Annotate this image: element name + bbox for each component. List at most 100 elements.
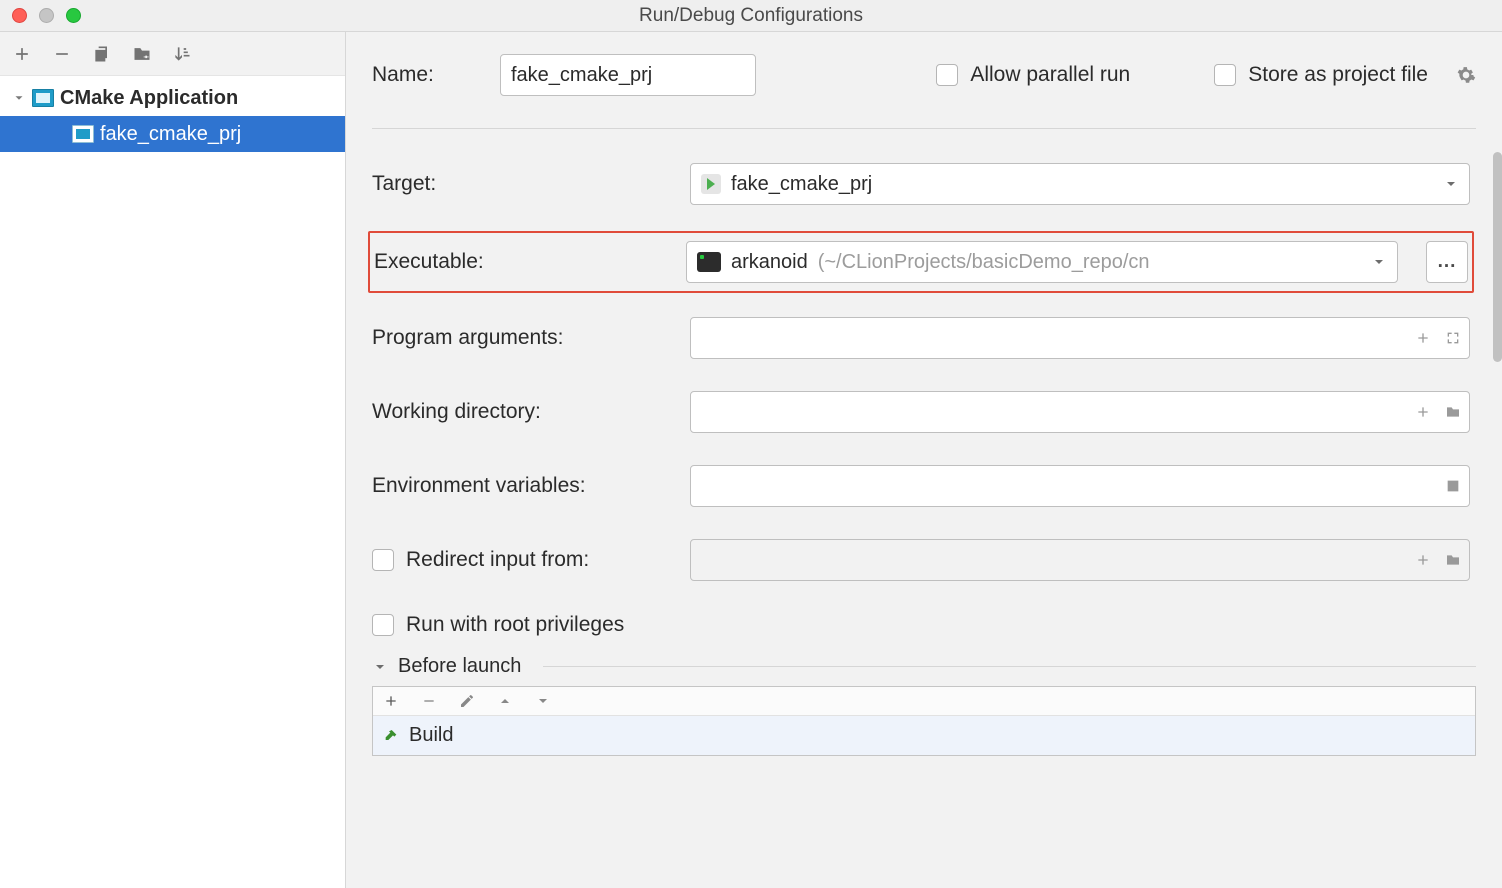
plus-icon — [1415, 330, 1431, 346]
executable-name: arkanoid — [731, 251, 808, 274]
sidebar-toolbar — [0, 32, 345, 76]
executable-path: (~/CLionProjects/basicDemo_repo/cn — [818, 251, 1150, 274]
window-title: Run/Debug Configurations — [0, 5, 1502, 27]
scrollbar[interactable] — [1493, 152, 1502, 362]
executable-combo[interactable]: arkanoid (~/CLionProjects/basicDemo_repo… — [686, 241, 1398, 283]
tree-parent-label: CMake Application — [60, 84, 238, 112]
before-launch-item-label: Build — [409, 724, 453, 747]
before-launch-item-build[interactable]: Build — [373, 716, 1475, 755]
remove-config-button[interactable] — [52, 44, 72, 64]
cmake-icon — [72, 125, 94, 143]
row-executable: Executable: arkanoid (~/CLionProjects/ba… — [374, 241, 1468, 283]
root-privileges-checkbox[interactable]: Run with root privileges — [372, 613, 624, 637]
arrow-down-icon — [535, 693, 551, 709]
folder-icon — [1445, 404, 1461, 420]
chevron-down-icon — [1443, 176, 1459, 192]
edit-task-button[interactable] — [459, 693, 475, 709]
row-working-directory: Working directory: — [372, 391, 1470, 433]
remove-task-button[interactable] — [421, 693, 437, 709]
chevron-down-icon — [12, 91, 26, 105]
target-combo[interactable]: fake_cmake_prj — [690, 163, 1470, 205]
chevron-down-icon — [372, 659, 388, 675]
pencil-icon — [459, 693, 475, 709]
working-directory-input[interactable] — [701, 401, 1415, 424]
add-config-button[interactable] — [12, 44, 32, 64]
chevron-down-icon — [1371, 254, 1387, 270]
before-launch-section: Before launch Build — [372, 655, 1476, 756]
arrow-up-icon — [497, 693, 513, 709]
executable-highlight: Executable: arkanoid (~/CLionProjects/ba… — [368, 231, 1474, 293]
plus-icon — [1415, 404, 1431, 420]
row-target: Target: fake_cmake_prj — [372, 163, 1470, 205]
edit-env-button[interactable] — [1445, 478, 1461, 494]
folder-icon — [132, 44, 152, 64]
working-directory-label: Working directory: — [372, 400, 662, 424]
minus-icon — [421, 693, 437, 709]
environment-variables-field[interactable] — [690, 465, 1470, 507]
run-target-icon — [701, 174, 721, 194]
tree-item-label: fake_cmake_prj — [100, 120, 241, 148]
plus-icon — [12, 44, 32, 64]
allow-parallel-run-checkbox[interactable]: Allow parallel run — [936, 63, 1130, 87]
environment-variables-input[interactable] — [701, 475, 1445, 498]
save-template-button[interactable] — [132, 44, 152, 64]
row-program-arguments: Program arguments: — [372, 317, 1470, 359]
checkbox-icon — [936, 64, 958, 86]
expand-field-button[interactable] — [1445, 330, 1461, 346]
target-label: Target: — [372, 172, 662, 196]
program-arguments-label: Program arguments: — [372, 326, 662, 350]
plus-icon — [383, 693, 399, 709]
add-task-button[interactable] — [383, 693, 399, 709]
before-launch-panel: Build — [372, 686, 1476, 756]
before-launch-title: Before launch — [398, 655, 521, 678]
tree-parent-cmake-application[interactable]: CMake Application — [0, 80, 345, 116]
insert-macro-button[interactable] — [1415, 404, 1431, 420]
move-up-button[interactable] — [497, 693, 513, 709]
plus-icon — [1415, 552, 1431, 568]
program-arguments-input[interactable] — [701, 327, 1415, 350]
sort-icon — [172, 44, 192, 64]
terminal-icon — [697, 252, 721, 272]
redirect-input-checkbox[interactable]: Redirect input from: — [372, 548, 662, 572]
sidebar: CMake Application fake_cmake_prj — [0, 32, 346, 888]
row-redirect-input: Redirect input from: — [372, 539, 1470, 581]
working-directory-field[interactable] — [690, 391, 1470, 433]
hammer-icon — [383, 728, 399, 744]
gear-icon — [1456, 65, 1476, 85]
folder-icon — [1445, 552, 1461, 568]
separator — [372, 128, 1476, 129]
program-arguments-field[interactable] — [690, 317, 1470, 359]
titlebar: Run/Debug Configurations — [0, 0, 1502, 32]
sort-button[interactable] — [172, 44, 192, 64]
executable-label: Executable: — [374, 250, 658, 274]
name-label: Name: — [372, 63, 472, 87]
store-as-project-file-checkbox[interactable]: Store as project file — [1214, 63, 1428, 87]
project-file-settings-button[interactable] — [1456, 65, 1476, 85]
minus-icon — [52, 44, 72, 64]
checkbox-icon — [372, 549, 394, 571]
browse-folder-button[interactable] — [1445, 404, 1461, 420]
expand-icon — [1445, 330, 1461, 346]
main-panel: Name: Allow parallel run Store as projec… — [346, 32, 1502, 888]
redirect-input-field — [690, 539, 1470, 581]
row-name: Name: Allow parallel run Store as projec… — [372, 54, 1476, 96]
list-icon — [1445, 478, 1461, 494]
insert-macro-button — [1415, 552, 1431, 568]
config-tree: CMake Application fake_cmake_prj — [0, 76, 345, 888]
store-as-project-file-label: Store as project file — [1248, 63, 1428, 87]
before-launch-header[interactable]: Before launch — [372, 655, 1476, 678]
name-input[interactable] — [500, 54, 756, 96]
redirect-input-input — [701, 549, 1415, 572]
executable-browse-button[interactable]: ... — [1426, 241, 1468, 283]
browse-file-button — [1445, 552, 1461, 568]
row-root-privileges: Run with root privileges — [372, 613, 1470, 637]
move-down-button[interactable] — [535, 693, 551, 709]
target-value: fake_cmake_prj — [731, 173, 872, 196]
copy-config-button[interactable] — [92, 44, 112, 64]
tree-item-fake-cmake-prj[interactable]: fake_cmake_prj — [0, 116, 345, 152]
checkbox-icon — [372, 614, 394, 636]
environment-variables-label: Environment variables: — [372, 474, 662, 498]
separator — [543, 666, 1476, 667]
insert-macro-button[interactable] — [1415, 330, 1431, 346]
root-privileges-label: Run with root privileges — [406, 613, 624, 637]
